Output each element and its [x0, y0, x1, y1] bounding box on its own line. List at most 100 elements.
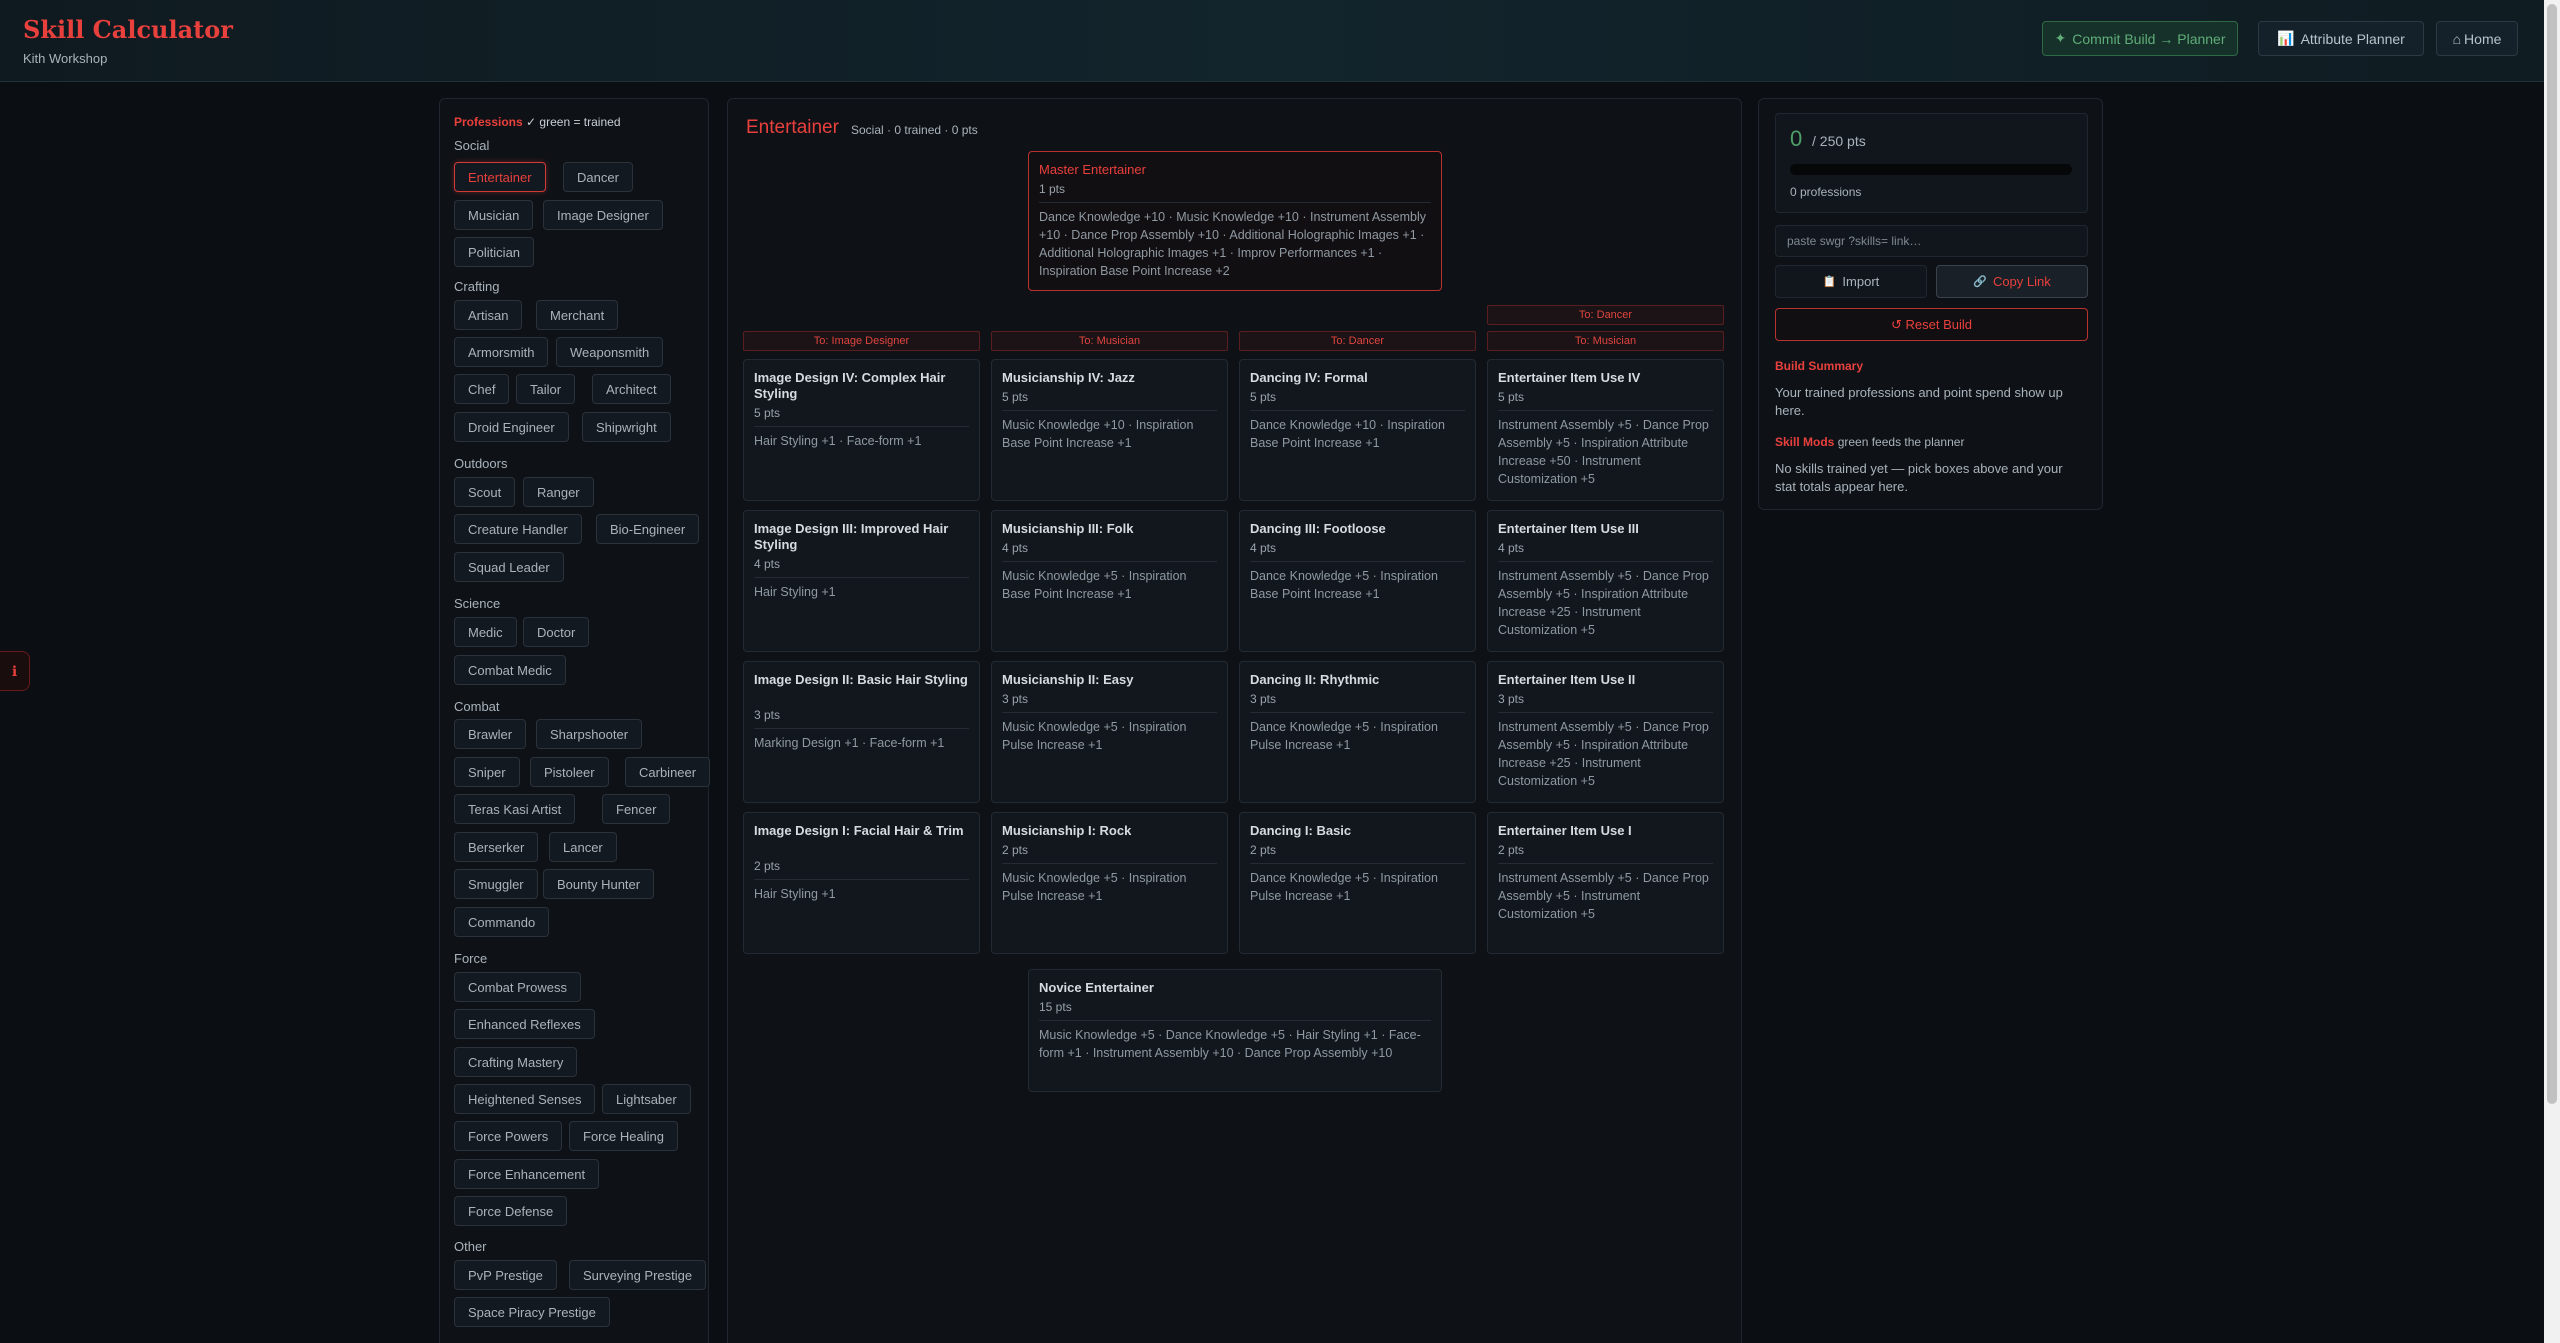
profession-chip-crafting-mastery[interactable]: Crafting Mastery: [454, 1047, 578, 1077]
professions-heading: Professions: [454, 115, 523, 129]
master-skill-box[interactable]: Master Entertainer 1 pts Dance Knowledge…: [1028, 151, 1442, 291]
professions-panel: Professions ✓ green = trained Social Ente…: [439, 98, 711, 1343]
skill-name: Novice Entertainer: [1039, 980, 1154, 995]
skill-name: Musicianship I: Rock: [1002, 823, 1132, 838]
profession-chip-surveying-prestige[interactable]: Surveying Prestige: [569, 1260, 707, 1290]
profession-chip-squad-leader[interactable]: Squad Leader: [454, 552, 564, 582]
profession-chip-dancer[interactable]: Dancer: [563, 162, 633, 192]
profession-chip-creature-handler[interactable]: Creature Handler: [454, 514, 582, 544]
profession-chip-berserker[interactable]: Berserker: [454, 832, 539, 862]
profession-chip-tailor[interactable]: Tailor: [516, 374, 576, 404]
profession-chip-brawler[interactable]: Brawler: [454, 719, 527, 749]
profession-chip-heightened-senses[interactable]: Heightened Senses: [454, 1084, 596, 1114]
profession-chip-scout[interactable]: Scout: [454, 477, 516, 507]
skill-box[interactable]: Musicianship I: Rock 2 pts Music Knowledge…: [991, 812, 1228, 954]
copy-link-label: Copy Link: [1992, 274, 2051, 289]
profession-chip-combat-prowess[interactable]: Combat Prowess: [454, 972, 581, 1002]
divider: [1002, 410, 1217, 411]
profession-chip-smuggler[interactable]: Smuggler: [454, 869, 538, 899]
skill-mods: Hair Styling +1: [754, 585, 836, 599]
attribute-planner-button[interactable]: 📊 Attribute Planner: [2258, 21, 2424, 56]
profession-chip-armorsmith[interactable]: Armorsmith: [454, 337, 549, 367]
profession-chip-image-designer[interactable]: Image Designer: [543, 200, 663, 230]
profession-chip-teras-kasi-artist[interactable]: Teras Kasi Artist: [454, 794, 576, 824]
profession-chip-sharpshooter[interactable]: Sharpshooter: [536, 719, 643, 749]
clipboard-icon: 📋: [1822, 276, 1837, 288]
reset-build-button[interactable]: ↺ Reset Build: [1775, 308, 2088, 341]
divider: [754, 728, 969, 729]
profession-chip-entertainer[interactable]: Entertainer: [454, 162, 546, 192]
skill-mods: Dance Knowledge +10 · Inspiration Base P…: [1250, 418, 1445, 450]
import-link-input[interactable]: [1775, 225, 2088, 257]
profession-chip-artisan[interactable]: Artisan: [454, 300, 523, 330]
profession-chip-politician[interactable]: Politician: [454, 237, 535, 267]
skill-box[interactable]: Image Design III: Improved Hair Styling 4…: [743, 510, 980, 652]
skill-box[interactable]: Dancing I: Basic 2 pts Dance Knowledge +5 …: [1239, 812, 1476, 954]
skill-box[interactable]: Dancing IV: Formal 5 pts Dance Knowledge +…: [1239, 359, 1476, 501]
profession-chip-chef[interactable]: Chef: [454, 374, 510, 404]
skill-box[interactable]: Image Design IV: Complex Hair Styling 5 p…: [743, 359, 980, 501]
home-icon: ⌂: [2452, 30, 2462, 47]
skill-box[interactable]: Entertainer Item Use IV 5 pts Instrument A…: [1487, 359, 1724, 501]
profession-chip-enhanced-reflexes[interactable]: Enhanced Reflexes: [454, 1009, 595, 1039]
profession-chip-force-powers[interactable]: Force Powers: [454, 1121, 563, 1151]
skill-box[interactable]: Entertainer Item Use I 2 pts Instrument As…: [1487, 812, 1724, 954]
profession-chip-lancer[interactable]: Lancer: [549, 832, 617, 862]
divider: [1250, 863, 1465, 864]
points-box: 0 / 250 pts 0 professions: [1775, 113, 2088, 213]
profession-chip-sniper[interactable]: Sniper: [454, 757, 520, 787]
profession-chip-doctor[interactable]: Doctor: [523, 617, 590, 647]
profession-chip-force-healing[interactable]: Force Healing: [569, 1121, 678, 1151]
divider: [1498, 863, 1713, 864]
skill-box[interactable]: Musicianship IV: Jazz 5 pts Music Knowledg…: [991, 359, 1228, 501]
profession-chip-architect[interactable]: Architect: [592, 374, 671, 404]
import-button[interactable]: 📋 Import: [1775, 265, 1927, 298]
skill-mods: Dance Knowledge +5 · Inspiration Pulse I…: [1250, 871, 1438, 903]
profession-chip-fencer[interactable]: Fencer: [602, 794, 671, 824]
profession-chip-combat-medic[interactable]: Combat Medic: [454, 655, 566, 685]
side-drawer-toggle[interactable]: ℹ: [0, 651, 30, 691]
skill-box[interactable]: Musicianship III: Folk 4 pts Music Knowled…: [991, 510, 1228, 652]
profession-chip-carbineer[interactable]: Carbineer: [625, 757, 711, 787]
skill-box[interactable]: Image Design I: Facial Hair & Trim 2 pts H…: [743, 812, 980, 954]
profession-chip-ranger[interactable]: Ranger: [523, 477, 594, 507]
skill-points: 2 pts: [1498, 843, 1525, 857]
profession-chip-lightsaber[interactable]: Lightsaber: [602, 1084, 691, 1114]
requirement-tag: To: Musician: [991, 331, 1228, 351]
profession-chip-bounty-hunter[interactable]: Bounty Hunter: [543, 869, 655, 899]
app-header: Skill Calculator Kith Workshop ✦ Commit …: [0, 0, 2544, 82]
skill-box[interactable]: Entertainer Item Use III 4 pts Instrument …: [1487, 510, 1724, 652]
profession-chip-droid-engineer[interactable]: Droid Engineer: [454, 412, 569, 442]
profession-chip-medic[interactable]: Medic: [454, 617, 517, 647]
home-button[interactable]: ⌂ Home: [2436, 21, 2518, 56]
page-scrollbar[interactable]: [2544, 0, 2560, 1343]
profession-chip-pistoleer[interactable]: Pistoleer: [530, 757, 609, 787]
skill-box[interactable]: Musicianship II: Easy 3 pts Music Knowledg…: [991, 661, 1228, 803]
profession-chip-space-piracy-prestige[interactable]: Space Piracy Prestige: [454, 1297, 610, 1327]
profession-chip-force-enhancement[interactable]: Force Enhancement: [454, 1159, 600, 1189]
profession-chip-pvp-prestige[interactable]: PvP Prestige: [454, 1260, 557, 1290]
skill-points: 4 pts: [1002, 541, 1029, 555]
profession-chip-bio-engineer[interactable]: Bio-Engineer: [596, 514, 700, 544]
skill-name: Entertainer Item Use II: [1498, 672, 1636, 687]
commit-build-button[interactable]: ✦ Commit Build → Planner: [2042, 21, 2238, 56]
skill-points: 2 pts: [1002, 843, 1029, 857]
novice-skill-box[interactable]: Novice Entertainer 15 pts Music Knowledg…: [1028, 969, 1442, 1092]
profession-chip-commando[interactable]: Commando: [454, 907, 550, 937]
skill-box[interactable]: Dancing II: Rhythmic 3 pts Dance Knowledge…: [1239, 661, 1476, 803]
profession-chip-musician[interactable]: Musician: [454, 200, 534, 230]
skill-box[interactable]: Image Design II: Basic Hair Styling 3 pts…: [743, 661, 980, 803]
profession-chip-force-defense[interactable]: Force Defense: [454, 1196, 568, 1226]
profession-chip-weaponsmith[interactable]: Weaponsmith: [556, 337, 664, 367]
sparkle-icon: ✦: [2054, 30, 2067, 46]
attribute-planner-label: Attribute Planner: [2300, 30, 2405, 47]
skill-name: Entertainer Item Use I: [1498, 823, 1632, 838]
profession-chip-merchant[interactable]: Merchant: [536, 300, 619, 330]
skill-box[interactable]: Dancing III: Footloose 4 pts Dance Knowled…: [1239, 510, 1476, 652]
divider: [754, 577, 969, 578]
profession-chip-shipwright[interactable]: Shipwright: [582, 412, 671, 442]
scrollbar-thumb[interactable]: [2547, 4, 2557, 1104]
divider: [1250, 712, 1465, 713]
skill-box[interactable]: Entertainer Item Use II 3 pts Instrument A…: [1487, 661, 1724, 803]
copy-link-button[interactable]: 🔗 Copy Link: [1936, 265, 2088, 298]
